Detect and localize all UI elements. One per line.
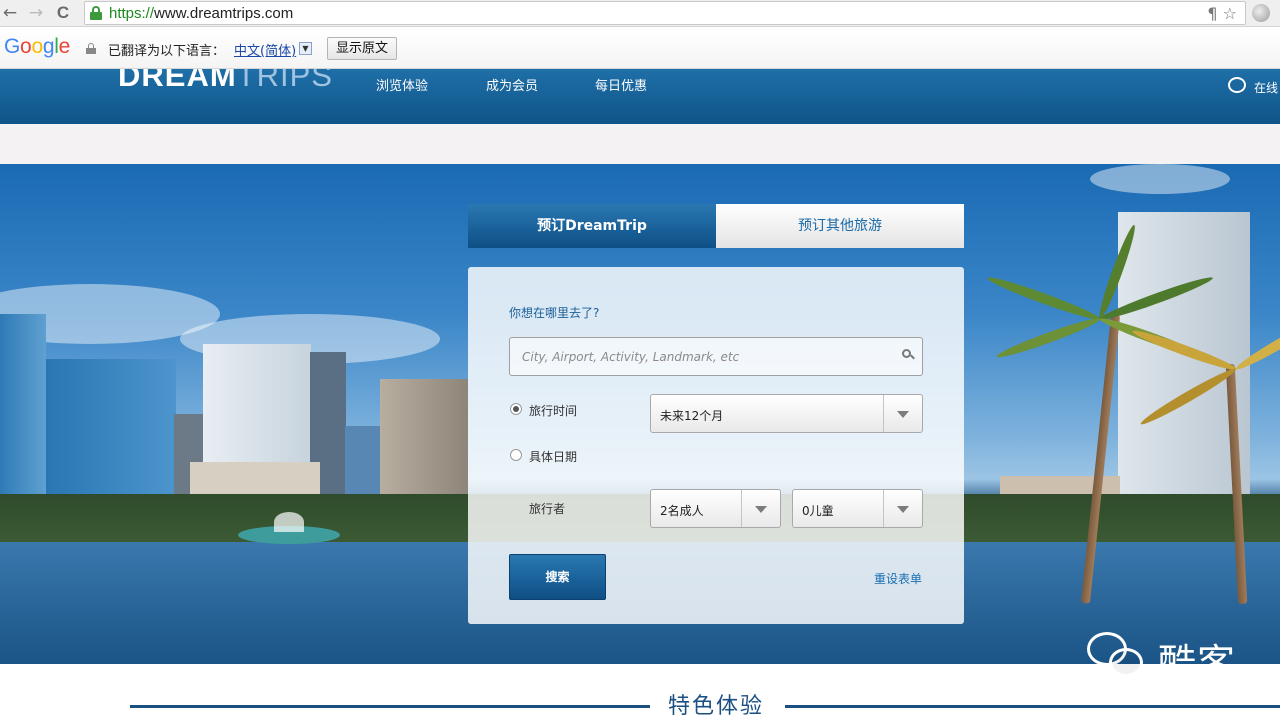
section-divider-left xyxy=(130,705,650,708)
reload-button[interactable]: C xyxy=(53,3,73,23)
lock-icon xyxy=(86,43,96,54)
dreamtrips-logo[interactable]: DREAMTRIPS xyxy=(118,69,333,94)
travel-time-label: 旅行时间 xyxy=(529,404,578,418)
chevron-down-icon xyxy=(897,506,909,513)
watermark-text: 酷客 xyxy=(1158,641,1237,685)
travelers-label: 旅行者 xyxy=(529,502,566,516)
children-select[interactable]: 0儿童 xyxy=(792,489,923,528)
featured-section-title: 特色体验 xyxy=(668,694,765,719)
specific-date-label: 具体日期 xyxy=(529,450,578,464)
reset-form-link[interactable]: 重设表单 xyxy=(874,570,922,587)
google-logo: Google xyxy=(4,35,70,58)
tab-book-dreamtrip[interactable]: 预订DreamTrip xyxy=(468,204,716,248)
browser-toolbar: ← → C https://www.dreamtrips.com ¶ ☆ xyxy=(0,0,1280,27)
extension-icon[interactable] xyxy=(1252,4,1270,22)
nav-browse-experiences[interactable]: 浏览体验 xyxy=(376,75,428,94)
translate-language-link[interactable]: 中文(简体) xyxy=(234,40,296,59)
site-header: DREAMTRIPS 浏览体验 成为会员 每日优惠 在线 xyxy=(0,69,1280,124)
address-bar[interactable]: https://www.dreamtrips.com ¶ ☆ xyxy=(84,1,1246,25)
chevron-down-icon xyxy=(897,411,909,418)
chevron-down-icon xyxy=(755,506,767,513)
wechat-icon xyxy=(1087,632,1151,684)
forward-button[interactable]: → xyxy=(26,3,46,23)
search-icon xyxy=(902,349,915,361)
nav-become-member[interactable]: 成为会员 xyxy=(486,75,538,94)
adults-select[interactable]: 2名成人 xyxy=(650,489,781,528)
show-original-button[interactable]: 显示原文 xyxy=(327,37,397,60)
bookmark-star-icon[interactable]: ¶ ☆ xyxy=(1207,4,1237,23)
travel-time-select[interactable]: 未来12个月 xyxy=(650,394,923,433)
tab-book-other-travel[interactable]: 预订其他旅游 xyxy=(716,204,964,248)
radio-specific-date[interactable] xyxy=(510,449,522,461)
chat-icon xyxy=(1228,77,1246,93)
translate-bar: Google 已翻译为以下语言： 中文(简体) ▼ 显示原文 xyxy=(0,28,1280,69)
translate-message: 已翻译为以下语言： xyxy=(108,44,226,59)
language-dropdown-icon[interactable]: ▼ xyxy=(299,42,312,55)
radio-travel-time[interactable] xyxy=(510,403,522,415)
destination-label: 你想在哪里去了? xyxy=(509,306,600,320)
search-button[interactable]: 搜索 xyxy=(509,554,606,600)
url-text: https://www.dreamtrips.com xyxy=(109,5,294,22)
secure-lock-icon xyxy=(90,6,102,20)
nav-daily-deals[interactable]: 每日优惠 xyxy=(595,75,647,94)
destination-search-input[interactable] xyxy=(509,337,923,376)
fountain-decoration xyxy=(238,512,340,544)
back-button[interactable]: ← xyxy=(0,3,20,23)
section-divider-right xyxy=(785,705,1280,708)
header-spacer-band xyxy=(0,124,1280,164)
